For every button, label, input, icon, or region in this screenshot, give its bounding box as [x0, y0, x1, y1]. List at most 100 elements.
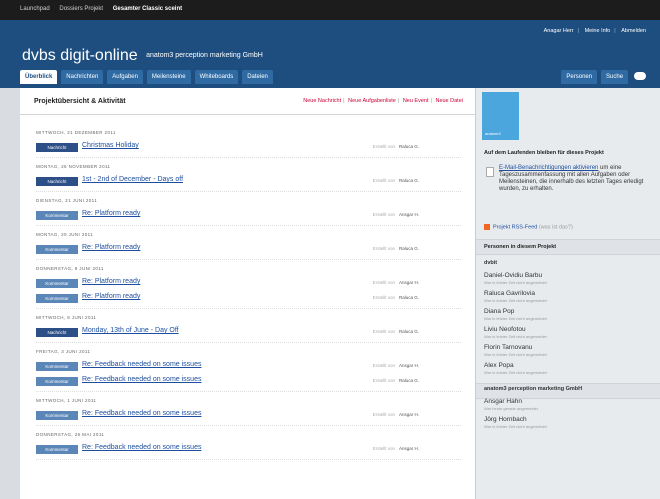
sidebar: anatom3 Auf dem Laufenden bleiben für di…: [476, 88, 660, 499]
created-by-label: Erstellt von: [372, 412, 395, 417]
day-group: DIENSTAG, 21 JUNI 2011 Kommentar Re: Platf…: [36, 198, 461, 226]
activity-link[interactable]: Re: Platform ready: [82, 210, 140, 217]
person-entry[interactable]: Diana Pop War in letzter Zeit nicht angem…: [484, 308, 547, 321]
rss-help-link[interactable]: (was ist das?): [539, 224, 573, 230]
author-name: Ansgar H.: [398, 412, 419, 417]
my-info-link[interactable]: Meine Info: [585, 28, 611, 34]
type-badge: Nachricht: [36, 177, 78, 186]
divider: [36, 191, 461, 192]
created-by-label: Erstellt von: [372, 178, 395, 183]
top-link-dossiers[interactable]: Dossiers Projekt: [59, 6, 103, 12]
day-date: DIENSTAG, 21 JUNI 2011: [36, 198, 98, 203]
person-status: War in letzter Zeit nicht angemeldet: [484, 280, 547, 285]
user-name: Anagar Herr: [543, 28, 574, 34]
activity-row: Kommentar Re: Platform ready Erstellt von R…: [36, 244, 461, 257]
activity-link[interactable]: Monday, 13th of June - Day Off: [82, 327, 179, 334]
activity-link[interactable]: Re: Feedback needed on some issues: [82, 361, 201, 368]
person-entry[interactable]: Ansgar Hahn War heute gerade angemeldet: [484, 398, 538, 411]
tab-files[interactable]: Dateien: [242, 70, 273, 84]
divider: [36, 425, 461, 426]
created-by-label: Erstellt von: [372, 329, 395, 334]
activity-link[interactable]: Re: Platform ready: [82, 244, 140, 251]
tab-search[interactable]: Suche: [601, 70, 629, 84]
activity-row: Nachricht Monday, 13th of June - Day Off E…: [36, 327, 461, 340]
day-group: MITTWOCH, 8 JUNI 2011 Nachricht Monday, 13…: [36, 315, 461, 343]
person-name[interactable]: Liviu Neofotou: [484, 326, 547, 333]
author-name: Ansgar H.: [398, 212, 419, 217]
type-badge: Kommentar: [36, 211, 78, 220]
tab-messages[interactable]: Nachrichten: [61, 70, 104, 84]
day-date: MONTAG, 20 JUNI 2011: [36, 232, 94, 237]
enable-notifications-link[interactable]: E-Mail-Benachrichtigungen aktivieren: [499, 165, 598, 171]
person-entry[interactable]: Florin Tarnovanu War in letzter Zeit nich…: [484, 344, 547, 357]
divider: [36, 459, 461, 460]
activity-link[interactable]: Re: Feedback needed on some issues: [82, 444, 201, 451]
created-by-label: Erstellt von: [372, 212, 395, 217]
divider: [36, 308, 461, 309]
people-heading: Personen in diesem Projekt: [484, 244, 557, 250]
new-event-link[interactable]: Neu Event: [403, 98, 429, 104]
author-name: Raluca G.: [398, 295, 419, 300]
divider: [36, 391, 461, 392]
activity-feed: MITTWOCH, 21 DEZEMBER 2011 Nachricht Chris…: [36, 124, 461, 460]
activity-link[interactable]: Re: Feedback needed on some issues: [82, 376, 201, 383]
person-entry[interactable]: Raluca Gavrilovia War in letzter Zeit nic…: [484, 290, 547, 303]
main-tabs: Überblick Nachrichten Aufgaben Meilenste…: [20, 70, 275, 85]
activity-link[interactable]: Christmas Holiday: [82, 142, 139, 149]
divider: [36, 342, 461, 343]
person-name[interactable]: Alex Popa: [484, 362, 547, 369]
person-name[interactable]: Daniel-Ovidiu Barbu: [484, 272, 547, 279]
person-name[interactable]: Ansgar Hahn: [484, 398, 538, 405]
person-entry[interactable]: Jörg Hornbach War in letzter Zeit nicht a…: [484, 416, 547, 429]
type-badge: Nachricht: [36, 143, 78, 152]
rss-feed: Projekt RSS-Feed (was ist das?): [484, 224, 573, 230]
new-todolist-link[interactable]: Neue Aufgabenliste: [348, 98, 396, 104]
app-title: dvbs digit-online anatom3 perception mar…: [22, 47, 263, 65]
app-header: Anagar Herr | Meine Info | Abmelden dvbs d…: [0, 20, 660, 88]
chat-bubble-icon[interactable]: [634, 72, 646, 81]
divider: [36, 259, 461, 260]
project-logo: anatom3: [482, 92, 519, 140]
type-badge: Kommentar: [36, 279, 78, 288]
activity-link[interactable]: Re: Platform ready: [82, 293, 140, 300]
day-group: MONTAG, 20 JUNI 2011 Kommentar Re: Platfor…: [36, 232, 461, 260]
new-message-link[interactable]: Neue Nachricht: [303, 98, 341, 104]
person-entry[interactable]: Daniel-Ovidiu Barbu War in letzter Zeit n…: [484, 272, 547, 285]
person-name[interactable]: Jörg Hornbach: [484, 416, 547, 423]
author-name: Ansgar H.: [398, 280, 419, 285]
new-file-link[interactable]: Neue Datei: [435, 98, 463, 104]
org-name: dvbit: [484, 260, 498, 266]
author-name: Raluca G.: [398, 378, 419, 383]
top-link-current[interactable]: Gesamter Classic sceint: [113, 6, 182, 12]
person-status: War in letzter Zeit nicht angemeldet: [484, 370, 547, 375]
activity-link[interactable]: 1st - 2nd of December - Days off: [82, 176, 183, 183]
activity-row: Kommentar Re: Feedback needed on some iss…: [36, 444, 461, 457]
created-by-label: Erstellt von: [372, 446, 395, 451]
created-by-label: Erstellt von: [372, 280, 395, 285]
logout-link[interactable]: Abmelden: [621, 28, 646, 34]
tab-overview[interactable]: Überblick: [20, 70, 58, 84]
tab-tasks[interactable]: Aufgaben: [107, 70, 143, 84]
tab-milestones[interactable]: Meilensteine: [146, 70, 191, 84]
top-bar: Launchpad Dossiers Projekt Gesamter Clas…: [0, 0, 660, 20]
rss-link[interactable]: Projekt RSS-Feed: [493, 224, 537, 230]
person-status: War in letzter Zeit nicht angemeldet: [484, 334, 547, 339]
tab-people[interactable]: Personen: [561, 70, 598, 84]
person-entry[interactable]: Liviu Neofotou War in letzter Zeit nicht …: [484, 326, 547, 339]
author-name: Raluca G.: [398, 246, 419, 251]
person-name[interactable]: Diana Pop: [484, 308, 547, 315]
tab-whiteboards[interactable]: Whiteboards: [194, 70, 239, 84]
day-group: MITTWOCH, 21 DEZEMBER 2011 Nachricht Chris…: [36, 130, 461, 158]
top-link-launchpad[interactable]: Launchpad: [20, 6, 50, 12]
person-name[interactable]: Raluca Gavrilovia: [484, 290, 547, 297]
activity-link[interactable]: Re: Platform ready: [82, 278, 140, 285]
person-entry[interactable]: Alex Popa War in letzter Zeit nicht angem…: [484, 362, 547, 375]
created-by-label: Erstellt von: [372, 246, 395, 251]
activity-link[interactable]: Re: Feedback needed on some issues: [82, 410, 201, 417]
divider: [36, 225, 461, 226]
notification-info: E-Mail-Benachrichtigungen aktivieren um …: [484, 165, 652, 221]
divider: [36, 157, 461, 158]
person-name[interactable]: Florin Tarnovanu: [484, 344, 547, 351]
day-date: MITTWOCH, 21 DEZEMBER 2011: [36, 130, 116, 135]
document-icon: [486, 167, 494, 177]
